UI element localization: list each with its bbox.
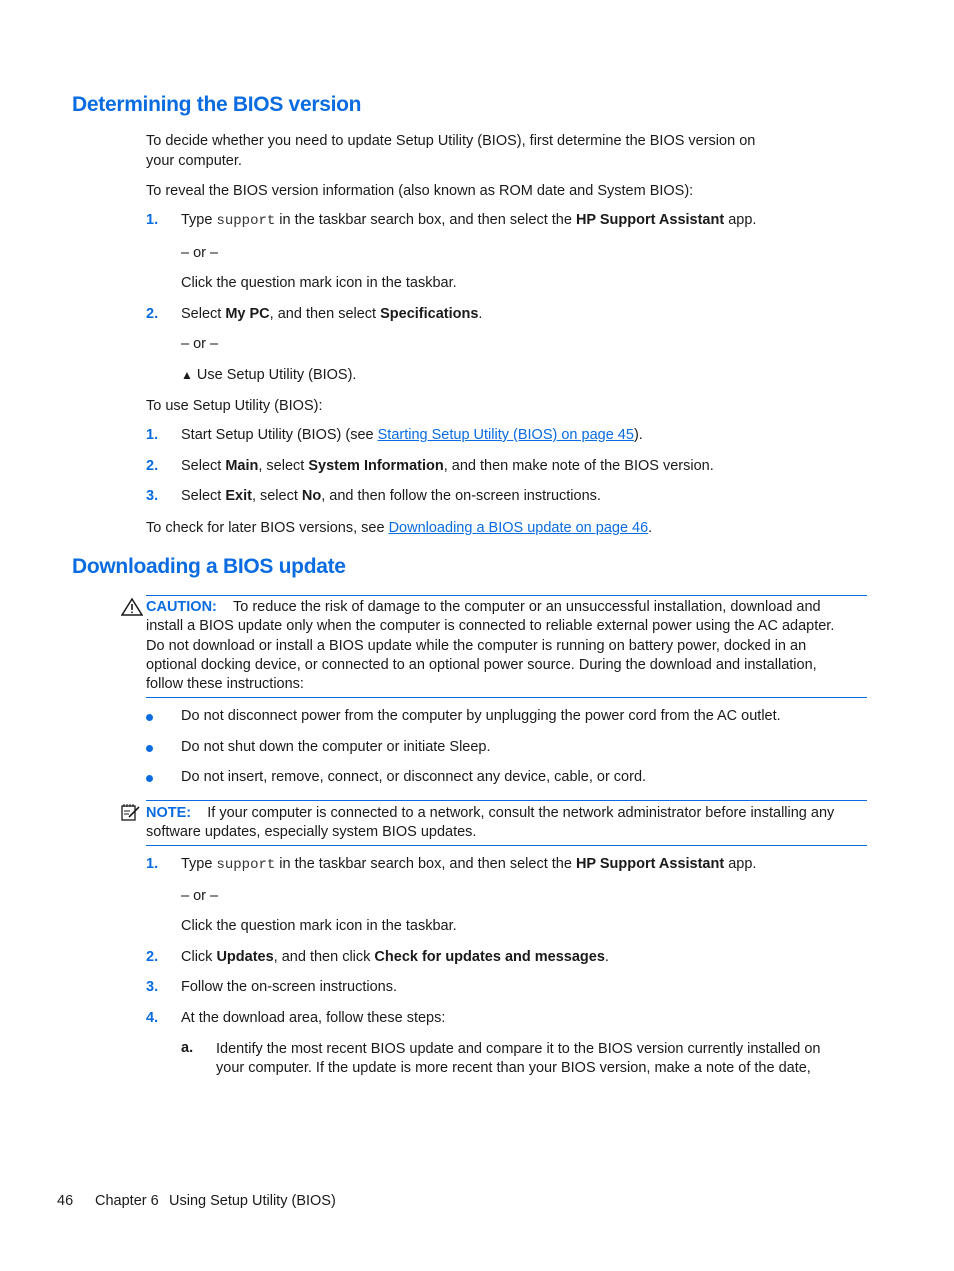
step-number: 1. bbox=[146, 427, 159, 443]
step-number: 2. bbox=[146, 949, 159, 965]
note-bottom-rule bbox=[146, 845, 867, 846]
reveal-paragraph: To reveal the BIOS version information (… bbox=[146, 183, 694, 199]
or-separator: – or – bbox=[181, 888, 219, 904]
substep-a-text: Identify the most recent BIOS update and… bbox=[216, 1041, 821, 1077]
bullet-item: Do not insert, remove, connect, or disco… bbox=[181, 769, 647, 785]
step-2-click-updates: Click Updates, and then click Check for … bbox=[181, 949, 609, 965]
step-number: 3. bbox=[146, 488, 159, 504]
or-separator: – or – bbox=[181, 245, 219, 261]
step-3-follow-instructions: Follow the on-screen instructions. bbox=[181, 979, 397, 995]
step-4-download-area: At the download area, follow these steps… bbox=[181, 1010, 446, 1026]
note-label: NOTE: bbox=[146, 805, 192, 821]
bullet-icon bbox=[146, 714, 153, 721]
bullet-icon bbox=[146, 745, 153, 752]
step-select-main: Select Main, select System Information, … bbox=[181, 458, 714, 474]
later-versions-paragraph: To check for later BIOS versions, see Do… bbox=[146, 520, 653, 536]
intro-line-2: your computer. bbox=[146, 152, 242, 169]
bullet-item: Do not disconnect power from the compute… bbox=[181, 708, 781, 724]
note-top-rule bbox=[146, 800, 867, 801]
bullet-icon bbox=[146, 775, 153, 782]
step-number: 1. bbox=[146, 212, 159, 228]
page-number: 46 bbox=[57, 1193, 74, 1209]
step-number: 2. bbox=[146, 306, 159, 322]
alt-click-question-mark: Click the question mark icon in the task… bbox=[181, 275, 457, 291]
code-support: support bbox=[216, 213, 276, 229]
code-support: support bbox=[216, 857, 276, 873]
step-start-setup-utility: Start Setup Utility (BIOS) (see Starting… bbox=[181, 427, 643, 443]
step-number: 2. bbox=[146, 458, 159, 474]
link-downloading-bios-update[interactable]: Downloading a BIOS update on page 46 bbox=[389, 520, 649, 536]
warning-triangle-icon bbox=[121, 598, 143, 616]
step-number: 4. bbox=[146, 1010, 159, 1026]
link-starting-setup-utility[interactable]: Starting Setup Utility (BIOS) on page 45 bbox=[378, 427, 634, 443]
intro-paragraph: To decide whether you need to update Set… bbox=[146, 132, 755, 171]
step-1-type-support: Type support in the taskbar search box, … bbox=[181, 856, 757, 873]
intro-line-1: To decide whether you need to update Set… bbox=[146, 133, 756, 149]
footer-chapter: Chapter 6 bbox=[95, 1193, 159, 1209]
or-separator: – or – bbox=[181, 336, 219, 352]
section-heading-determining-bios-version: Determining the BIOS version bbox=[72, 93, 362, 116]
step-number: 3. bbox=[146, 979, 159, 995]
use-intro-paragraph: To use Setup Utility (BIOS): bbox=[146, 398, 323, 414]
note-pencil-icon bbox=[121, 804, 140, 821]
step-2-select-my-pc: Select My PC, and then select Specificat… bbox=[181, 306, 483, 322]
alt-click-question-mark: Click the question mark icon in the task… bbox=[181, 918, 457, 934]
alt-use-setup-utility: ▲ Use Setup Utility (BIOS). bbox=[181, 367, 357, 383]
step-1-type-support: Type support in the taskbar search box, … bbox=[181, 212, 757, 229]
note-box: NOTE: If your computer is connected to a… bbox=[146, 805, 835, 841]
caution-top-rule bbox=[146, 595, 867, 596]
caution-box: CAUTION: To reduce the risk of damage to… bbox=[146, 599, 835, 693]
footer-chapter-title: Using Setup Utility (BIOS) bbox=[169, 1193, 336, 1209]
caution-label: CAUTION: bbox=[146, 599, 217, 615]
bullet-item: Do not shut down the computer or initiat… bbox=[181, 739, 491, 755]
step-number: 1. bbox=[146, 856, 159, 872]
caution-bottom-rule bbox=[146, 697, 867, 698]
section-heading-downloading-bios-update: Downloading a BIOS update bbox=[72, 555, 346, 578]
step-select-exit: Select Exit, select No, and then follow … bbox=[181, 488, 601, 504]
triangle-bullet-icon: ▲ bbox=[181, 368, 193, 382]
substep-letter: a. bbox=[181, 1040, 194, 1056]
